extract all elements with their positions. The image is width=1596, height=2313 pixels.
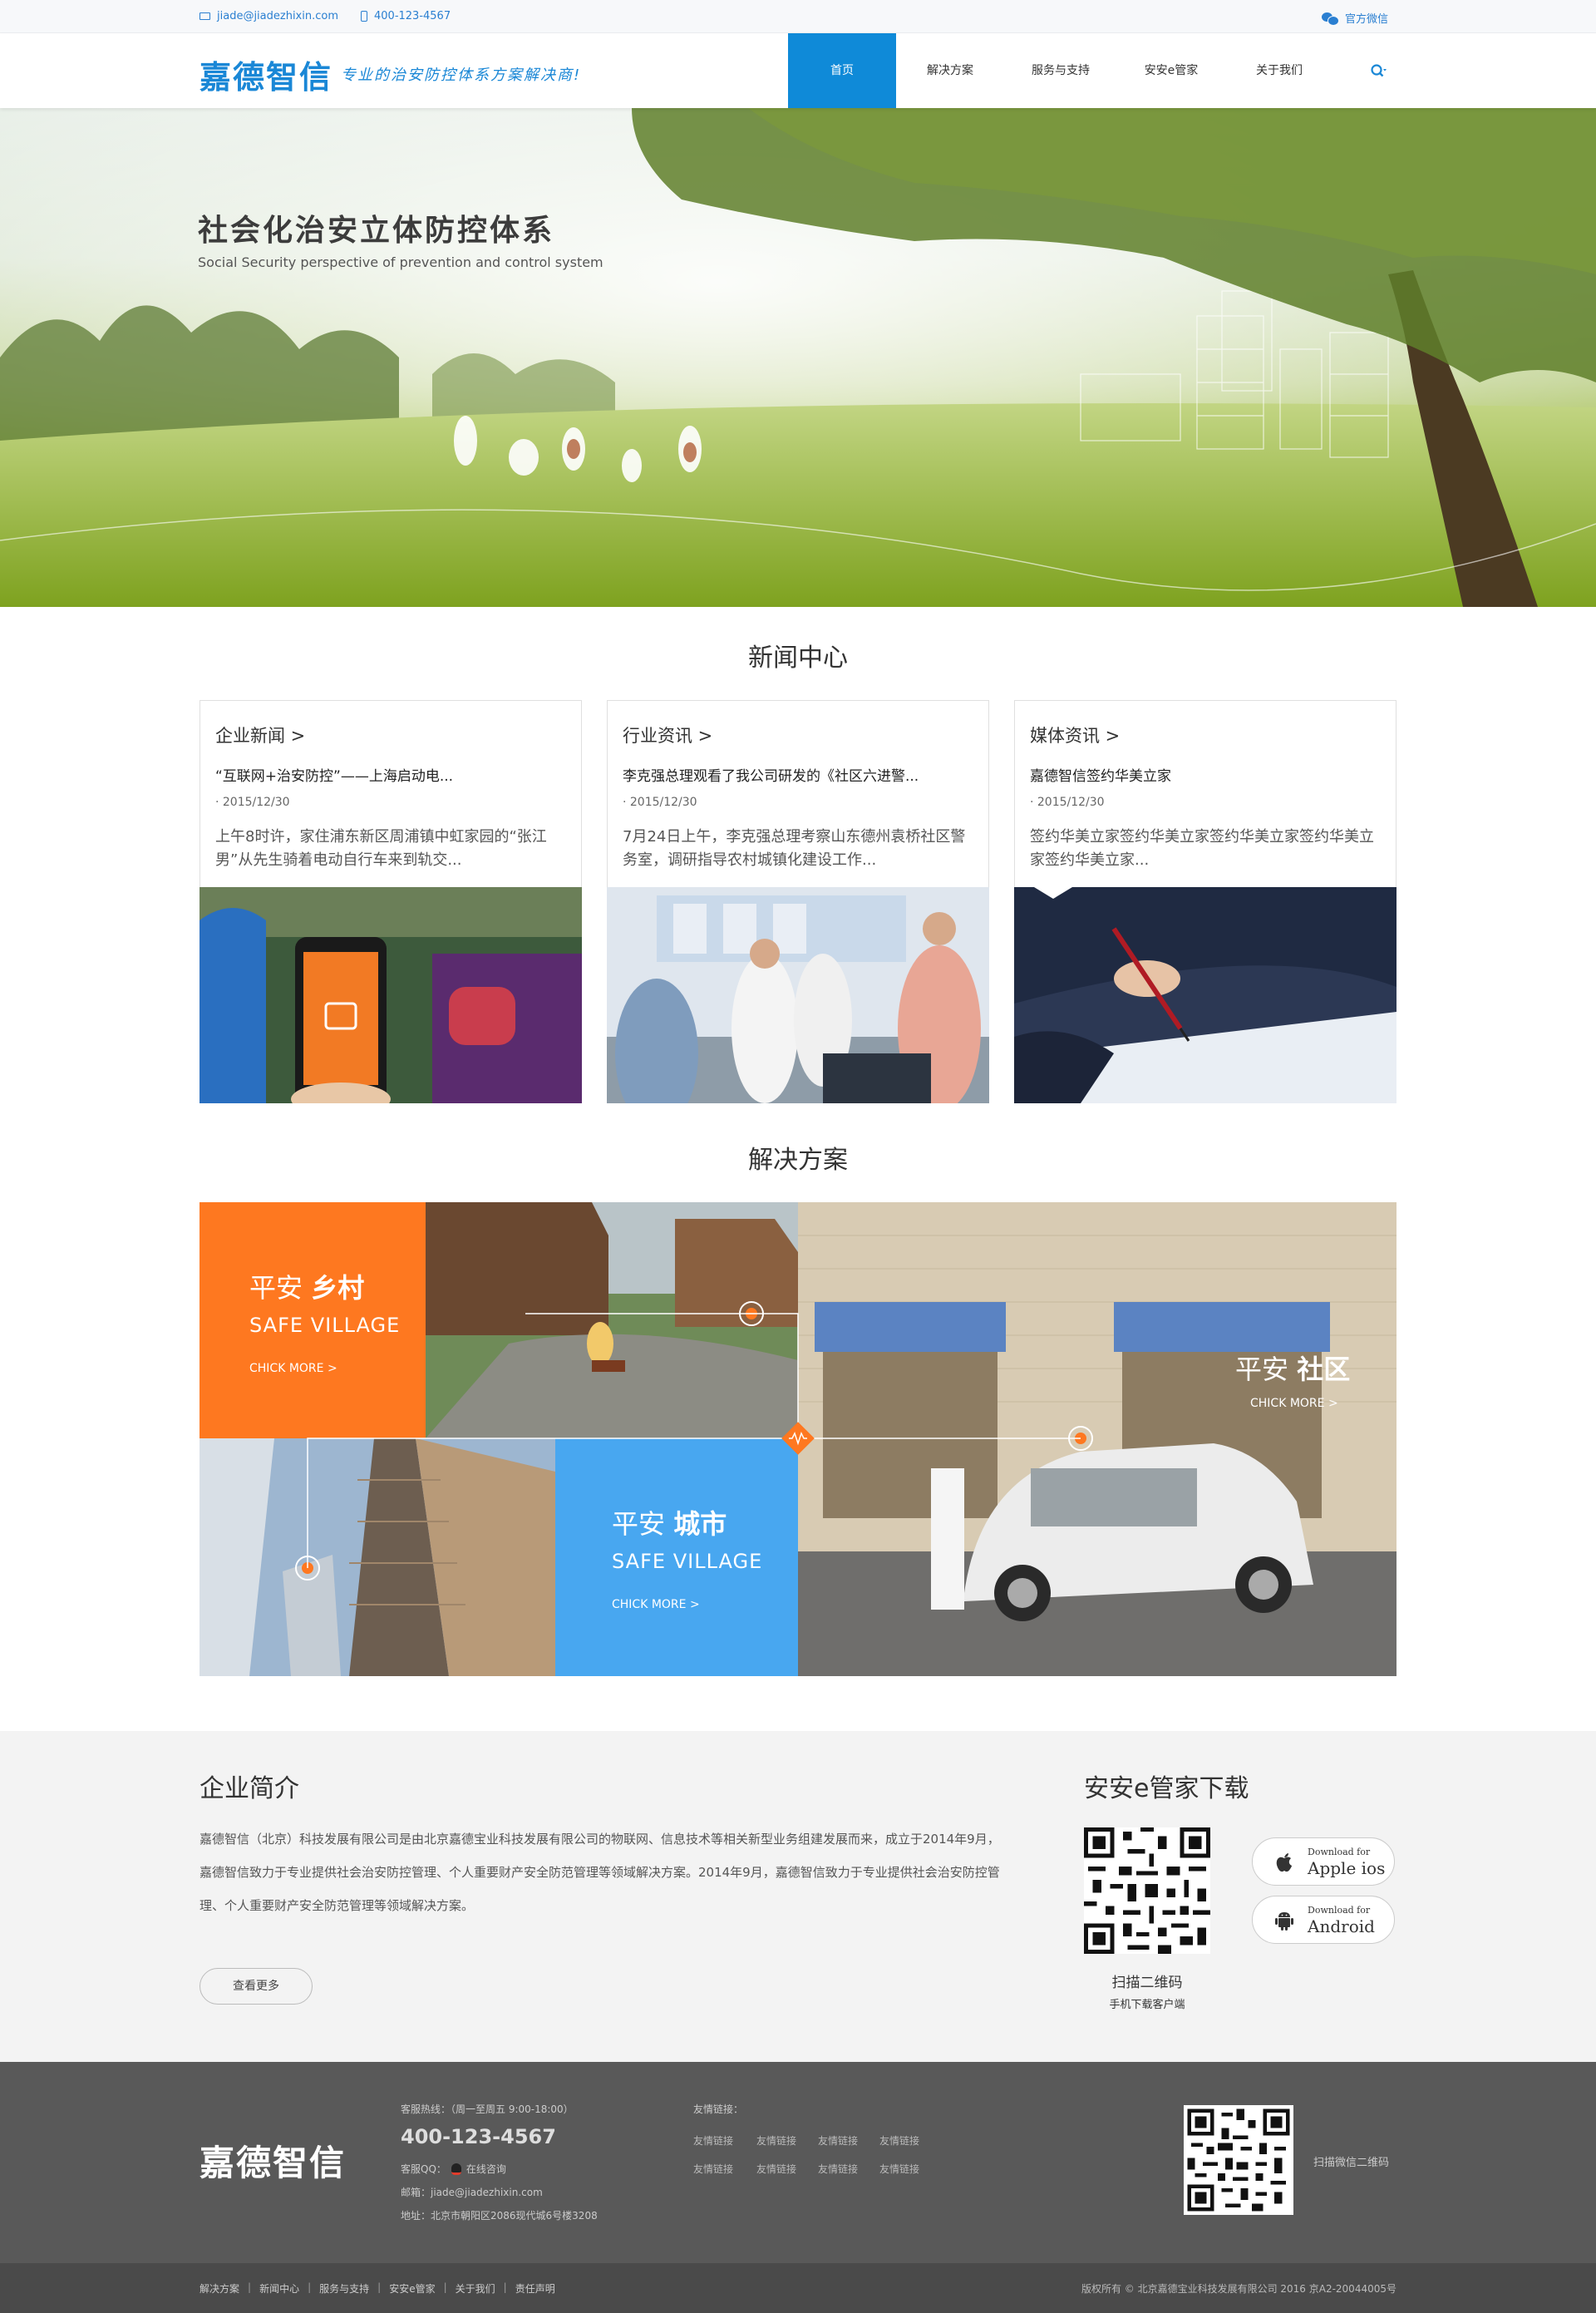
download-android-button[interactable]: Download for Android [1252,1896,1395,1944]
link-separator: | [503,2281,507,2293]
mail-icon [200,12,210,20]
nav-service-support[interactable]: 服务与支持 [1004,33,1117,108]
intro-title: 企业简介 [200,1774,299,1803]
apple-icon [1276,1853,1292,1872]
nav-solutions[interactable]: 解决方案 [896,33,1004,108]
top-bar: jiade@jiadezhixin.com 400-123-4567 官方微信 [0,0,1596,33]
ios-small-label: Download for [1308,1847,1371,1857]
footer-bottom-links: 解决方案 | 新闻中心 | 服务与支持 | 安安e管家 | 关于我们 | 责任声明 [200,2281,555,2296]
news-photo-meeting[interactable] [607,887,989,1103]
download-title: 安安e管家下载 [1084,1774,1249,1803]
news-section-title: 新闻中心 [748,644,848,673]
hero-subtitle: Social Security perspective of preventio… [198,254,603,270]
news-headline[interactable]: 李克强总理观看了我公司研发的《社区六进警... [623,764,972,785]
footer-phone: 400-123-4567 [401,2125,556,2148]
bottom-link-news[interactable]: 新闻中心 [259,2281,299,2296]
android-icon [1275,1912,1293,1931]
wechat-qr-caption: 扫描微信二维码 [1313,2157,1390,2169]
footer-friend-link[interactable]: 友情链接 [693,2133,733,2148]
site-header: 嘉德智信 专业的治安防控体系方案解决商! 首页 解决方案 服务与支持 安安e管家… [0,33,1596,108]
solution-connectors [307,1313,1081,1568]
bottom-link-solutions[interactable]: 解决方案 [200,2281,239,2296]
footer-friend-link[interactable]: 友情链接 [879,2162,919,2176]
news-photo-phone[interactable] [200,887,582,1103]
view-more-button[interactable]: 查看更多 [200,1968,313,2005]
news-excerpt: 7月24日上午，李克强总理考察山东德州袁桥社区警务室，调研指导农村城镇化建设工作… [623,828,966,869]
topbar-phone: 400-123-4567 [361,10,451,22]
news-date: · 2015/12/30 [1030,796,1105,809]
news-category[interactable]: 媒体资讯 > [1030,723,1120,747]
news-headline[interactable]: “互联网+治安防控”——上海启动电... [215,764,564,785]
link-separator: | [377,2281,382,2293]
bottom-link-service[interactable]: 服务与支持 [319,2281,369,2296]
hero-banner: 社会化治安立体防控体系 Social Security perspective … [0,108,1596,607]
bottom-link-anan[interactable]: 安安e管家 [389,2281,435,2296]
footer-friend-link[interactable]: 友情链接 [756,2162,796,2176]
footer-service-label: 客服QQ： [401,2163,446,2175]
footer-friend-link[interactable]: 友情链接 [818,2133,858,2148]
link-separator: | [443,2281,447,2293]
app-qr-code [1084,1827,1210,1954]
topbar-wechat-text[interactable]: 官方微信 [1345,10,1388,26]
hero-illustration [0,108,1596,607]
news-date: · 2015/12/30 [215,796,290,809]
solutions-grid: 平安 乡村 SAFE VILLAGE CHICK MORE > 平安 社区 CH… [200,1202,1396,1676]
link-separator: | [308,2281,312,2293]
news-excerpt: 签约华美立家签约华美立家签约华美立家签约华美立家签约华美立家... [1030,828,1374,869]
nav-about-us[interactable]: 关于我们 [1225,33,1333,108]
qr-caption: 扫描二维码 [1111,1975,1183,1991]
news-card-media[interactable]: 媒体资讯 > 嘉德智信签约华美立家 · 2015/12/30 签约华美立家签约华… [1014,700,1396,1103]
footer-service-link[interactable]: 在线咨询 [466,2162,506,2176]
news-photo-signing[interactable] [1014,887,1396,1103]
footer-address: 地址：北京市朝阳区2086现代城6号楼3208 [401,2210,598,2222]
news-category[interactable]: 行业资讯 > [623,723,712,747]
nav-home[interactable]: 首页 [788,33,896,108]
download-ios-button[interactable]: Download for Apple ios [1252,1837,1395,1886]
copyright-text: 版权所有 © 北京嘉德宝业科技发展有限公司 2016 京A2-20044005号 [1081,2283,1396,2295]
footer-email: 邮箱：jiade@jiadezhixin.com [401,2187,543,2198]
ios-big-label: Apple ios [1308,1858,1386,1878]
topbar-email-text[interactable]: jiade@jiadezhixin.com [217,10,338,22]
topbar-email[interactable]: jiade@jiadezhixin.com [200,10,338,22]
news-date: · 2015/12/30 [623,796,697,809]
news-excerpt: 上午8时许，家住浦东新区周浦镇中虹家园的“张江男”从先生骑着电动自行车来到轨交.… [215,828,547,869]
qr-subcaption: 手机下载客户端 [1109,1999,1185,2011]
footer-friend-link[interactable]: 友情链接 [756,2133,796,2148]
footer-hotline-label: 客服热线：（周一至周五 9:00-18:00） [401,2103,574,2115]
footer-service: 客服QQ： 在线咨询 [401,2162,506,2176]
android-big-label: Android [1308,1916,1375,1936]
news-headline[interactable]: 嘉德智信签约华美立家 [1030,764,1379,785]
news-category[interactable]: 企业新闻 > [215,723,305,747]
phone-icon [361,11,367,22]
hero-title: 社会化治安立体防控体系 [198,214,555,248]
site-logo[interactable]: 嘉德智信 [200,52,332,97]
topbar-wechat[interactable]: 官方微信 [1322,10,1388,26]
news-card-industry[interactable]: 行业资讯 > 李克强总理观看了我公司研发的《社区六进警... · 2015/12… [607,700,989,1103]
site-footer: 嘉德智信 客服热线：（周一至周五 9:00-18:00） 400-123-456… [0,2062,1596,2263]
link-separator: | [248,2281,252,2293]
intro-body: 嘉德智信（北京）科技发展有限公司是由北京嘉德宝业科技发展有限公司的物联网、信息技… [200,1832,1000,1913]
news-card-company[interactable]: 企业新闻 > “互联网+治安防控”——上海启动电... · 2015/12/30… [200,700,582,1103]
footer-logo[interactable]: 嘉德智信 [200,2135,346,2186]
footer-friend-link[interactable]: 友情链接 [818,2162,858,2176]
company-intro-section: 企业简介 嘉德智信（北京）科技发展有限公司是由北京嘉德宝业科技发展有限公司的物联… [0,1731,1596,2062]
qq-icon [451,2163,461,2175]
footer-bottom-bar: 解决方案 | 新闻中心 | 服务与支持 | 安安e管家 | 关于我们 | 责任声明 版权所… [0,2263,1596,2313]
wechat-icon [1322,12,1339,26]
main-nav: 首页 解决方案 服务与支持 安安e管家 关于我们 [788,33,1333,108]
site-slogan: 专业的治安防控体系方案解决商! [341,67,582,84]
android-small-label: Download for [1308,1905,1371,1916]
nav-anan-manager[interactable]: 安安e管家 [1117,33,1225,108]
solutions-section-title: 解决方案 [748,1146,848,1175]
bottom-link-disclaimer[interactable]: 责任声明 [515,2281,555,2296]
footer-friend-link[interactable]: 友情链接 [879,2133,919,2148]
topbar-phone-text: 400-123-4567 [374,10,451,22]
footer-links-label: 友情链接： [693,2103,744,2115]
footer-friend-link[interactable]: 友情链接 [693,2162,733,2176]
bottom-link-about[interactable]: 关于我们 [456,2281,495,2296]
search-icon[interactable] [1370,63,1387,80]
wechat-qr-code [1184,2105,1293,2215]
